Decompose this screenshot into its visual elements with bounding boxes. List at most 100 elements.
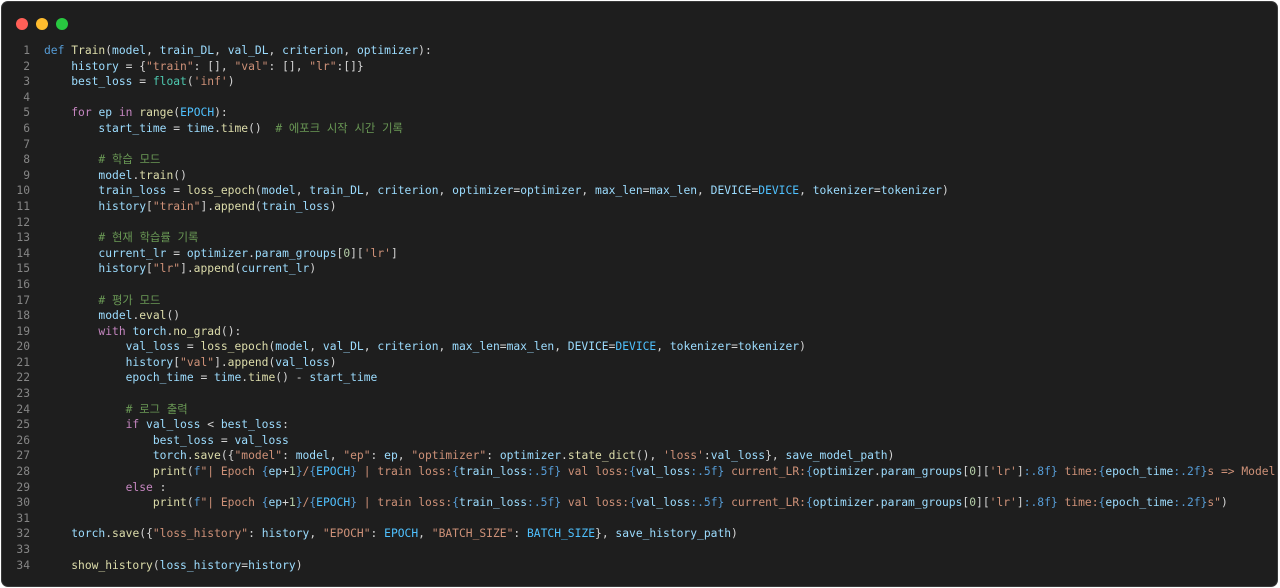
code-token: { — [629, 465, 636, 479]
code-token: history — [98, 262, 147, 276]
code-editor[interactable]: 1 def Train(model, train_DL, val_DL, crit… — [2, 43, 1277, 573]
code-window: 1 def Train(model, train_DL, val_DL, crit… — [2, 2, 1277, 586]
code-token: } — [295, 496, 303, 510]
code-token: torch — [132, 324, 167, 338]
code-token: "train" — [146, 59, 194, 73]
code-token: 1 — [288, 496, 296, 510]
code-token: loss_history — [159, 558, 242, 572]
code-token: } — [350, 496, 357, 510]
code-token: = — [166, 121, 187, 135]
code-token: ep — [268, 496, 283, 510]
code-token: "val" — [234, 59, 269, 73]
code-token: , — [554, 340, 568, 354]
code-token: = — [731, 340, 738, 354]
code-token: . — [186, 449, 194, 463]
code-token: tokenizer — [880, 184, 942, 198]
code-line: 13 # 현재 학습률 기록 — [2, 230, 1277, 246]
code-token: train_loss — [98, 184, 167, 198]
code-token: time — [248, 371, 276, 385]
code-token: val_loss — [710, 449, 766, 463]
code-token: save_history_path — [615, 527, 732, 541]
line-number: 6 — [23, 121, 30, 135]
code-token: time — [186, 121, 215, 135]
code-token: [ — [146, 262, 153, 276]
code-token: val_DL — [322, 340, 364, 354]
code-token: ][ — [976, 465, 990, 479]
line-number: 30 — [16, 496, 30, 510]
code-token: = — [499, 340, 507, 354]
code-token: start_time — [98, 121, 167, 135]
code-token: EPOCH — [384, 527, 419, 541]
code-token: val_loss — [635, 496, 691, 510]
code-line: 6 start_time = time.time() # 에포크 시작 시간 기… — [2, 121, 1277, 137]
code-token: model — [98, 168, 133, 182]
code-token: "lr" — [152, 262, 181, 276]
line-number: 21 — [16, 355, 30, 369]
code-token: { — [261, 465, 269, 479]
code-token: ) — [1220, 496, 1228, 510]
code-text: # 학습 모드 — [44, 152, 160, 168]
code-token: ) — [731, 527, 738, 541]
code-token: time: — [1057, 465, 1099, 479]
code-token: { — [805, 496, 813, 510]
code-token: : — [370, 449, 385, 463]
code-token: "model" — [234, 449, 283, 463]
code-token: : [], — [193, 59, 235, 73]
code-token: current_LR: — [724, 496, 806, 510]
code-token: append — [214, 199, 255, 213]
code-token: ]. — [180, 262, 194, 276]
code-text: best_loss = val_loss — [44, 433, 289, 449]
code-token: model — [112, 44, 147, 57]
code-text: best_loss = float('inf') — [44, 74, 234, 90]
code-token: } — [350, 465, 357, 479]
code-token: torch — [71, 527, 106, 541]
line-number: 12 — [16, 215, 30, 229]
code-token: state_dict — [567, 449, 636, 463]
code-text: model.eval() — [44, 308, 180, 324]
code-token: max_len — [595, 184, 643, 198]
code-token: max_len — [649, 184, 698, 198]
code-token: . — [873, 465, 881, 479]
code-text: for ep in range(EPOCH): — [44, 105, 228, 121]
code-token: epoch_time — [1105, 496, 1174, 510]
code-token: criterion — [377, 184, 439, 198]
code-token: { — [452, 465, 460, 479]
code-text: history["val"].append(val_loss) — [44, 355, 337, 371]
code-text: history["lr"].append(current_lr) — [44, 261, 316, 277]
code-token: "| Epoch — [200, 465, 262, 479]
code-line: 3 best_loss = float('inf') — [2, 74, 1277, 90]
line-number: 19 — [16, 324, 30, 338]
code-token: optimizer — [812, 496, 874, 510]
code-token: :.5f} — [690, 465, 725, 479]
line-number: 18 — [16, 309, 30, 323]
code-token: param_groups — [880, 496, 963, 510]
code-line: 32 torch.save({"loss_history": history, … — [2, 526, 1277, 542]
code-token: val_loss — [125, 340, 181, 354]
close-button[interactable] — [16, 18, 28, 30]
code-token: { — [261, 496, 269, 510]
line-number: 11 — [16, 199, 30, 213]
code-token: best_loss — [152, 433, 215, 447]
line-number: 5 — [23, 106, 30, 120]
code-token: BATCH_SIZE — [527, 527, 596, 541]
code-token: ]. — [214, 355, 228, 369]
code-token: best_loss — [71, 75, 133, 89]
code-token: ( — [186, 465, 194, 479]
code-token: : — [248, 527, 262, 541]
code-token: train — [139, 168, 174, 182]
minimize-button[interactable] — [36, 18, 48, 30]
code-token: + — [282, 465, 289, 479]
code-token: : — [703, 449, 711, 463]
code-token: :.5f} — [690, 496, 725, 510]
code-token: , — [343, 44, 357, 57]
code-token: , — [268, 44, 283, 57]
code-token: ) — [329, 355, 337, 369]
maximize-button[interactable] — [56, 18, 68, 30]
